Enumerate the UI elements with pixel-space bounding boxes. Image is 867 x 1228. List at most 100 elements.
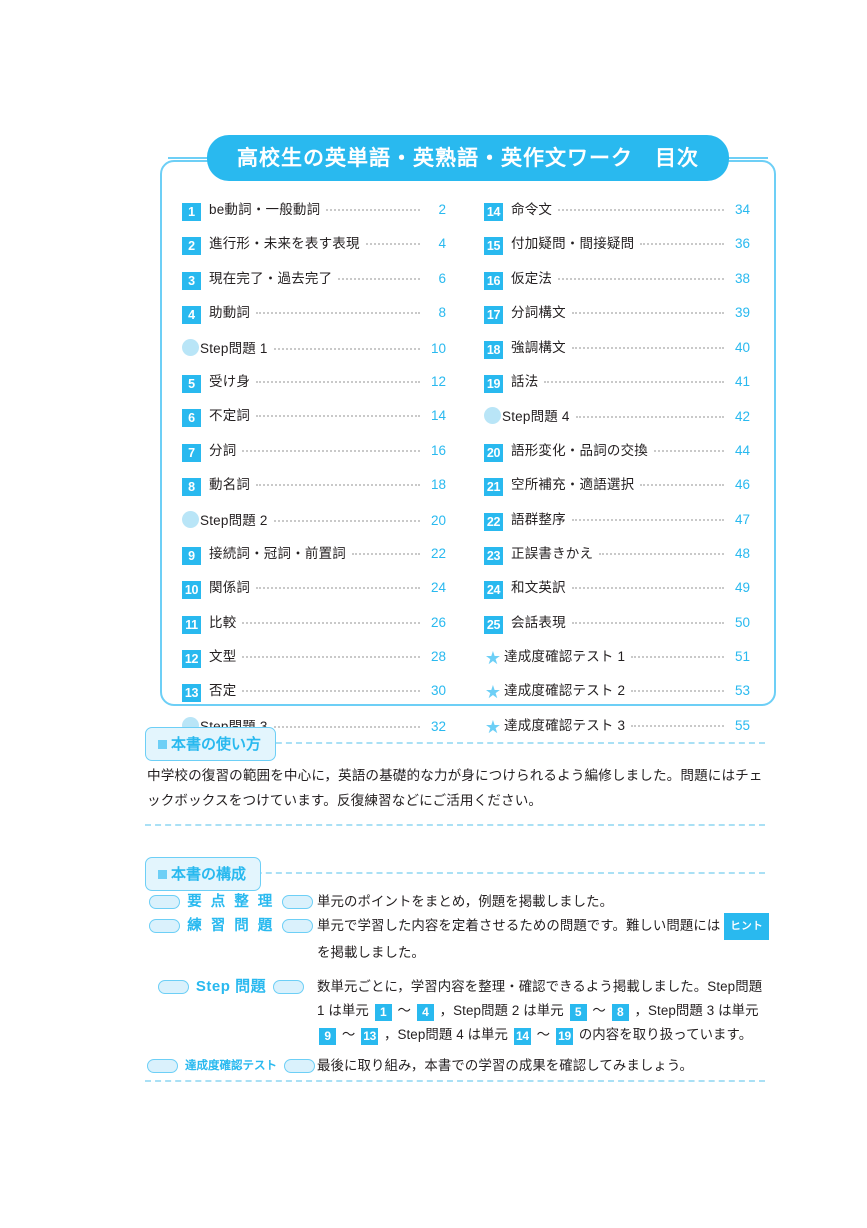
dot-leader	[256, 415, 420, 418]
toc-row[interactable]: 18 強調構文 40	[484, 336, 750, 370]
toc-row[interactable]: 3 現在完了・過去完了 6	[182, 267, 446, 301]
toc-row[interactable]: 24 和文英訳 49	[484, 576, 750, 610]
toc-row[interactable]: 16 仮定法 38	[484, 267, 750, 301]
desc-part: ，Step問題 2 は単元	[435, 1003, 568, 1018]
toc-entry-label: 関係詞	[209, 580, 251, 596]
toc-entry-label: 不定詞	[209, 408, 251, 424]
toc-row[interactable]: 8 動名詞 18	[182, 473, 446, 507]
structure-desc-renshu: 単元で学習した内容を定着させるための問題です。難しい問題には ヒント を掲載しま…	[317, 913, 770, 965]
usage-body-text: 中学校の復習の範囲を中心に，英語の基礎的な力が身につけられるよう編修しました。問…	[147, 768, 763, 808]
dot-leader	[571, 312, 724, 315]
toc-entry-label: 会話表現	[511, 614, 566, 630]
hint-badge: ヒント	[724, 913, 770, 940]
toc-entry-label: 和文英訳	[511, 580, 566, 596]
tag-label: 達成度確認テスト	[185, 1060, 277, 1072]
dot-leader	[558, 209, 724, 211]
toc-entry-label: 現在完了・過去完了	[209, 270, 333, 286]
toc-page-number: 2	[438, 202, 446, 217]
unit-number-badge: 2	[182, 237, 201, 256]
toc-entry-label: 助動詞	[209, 305, 251, 321]
toc-row[interactable]: 6 不定詞 14	[182, 404, 446, 438]
toc-entry-label: 接続詞・冠詞・前置詞	[209, 545, 346, 561]
toc-row[interactable]: 21 空所補充・適語選択 46	[484, 473, 750, 507]
dot-leader	[571, 518, 724, 521]
dot-leader	[273, 347, 420, 350]
inline-unit-number: 19	[556, 1028, 573, 1045]
unit-number-badge: 19	[484, 374, 503, 393]
toc-page-number: 40	[734, 339, 750, 355]
dot-leader	[256, 587, 420, 590]
toc-row[interactable]: Step問題 2 20	[182, 508, 446, 542]
dot-leader	[242, 690, 420, 693]
toc-row[interactable]: Step問題 1 10	[182, 336, 446, 370]
toc-page-number: 46	[734, 477, 750, 493]
toc-row[interactable]: 22 語群整序 47	[484, 508, 750, 542]
page-title: 高校生の英単語・英熟語・英作文ワーク 目次	[207, 135, 729, 181]
dot-leader	[654, 449, 724, 452]
circle-bullet-icon	[484, 407, 501, 425]
usage-heading-label: 本書の使い方	[171, 736, 262, 753]
toc-page-number: 20	[430, 512, 446, 528]
unit-number-badge: 8	[182, 478, 201, 497]
toc-row[interactable]: 1 be動詞・一般動詞 2	[182, 198, 446, 232]
toc-row[interactable]: 19 話法 41	[484, 370, 750, 404]
toc-row[interactable]: 9 接続詞・冠詞・前置詞 22	[182, 542, 446, 576]
toc-row[interactable]: ★ 達成度確認テスト 1 51	[484, 645, 750, 679]
unit-number-badge: 11	[182, 615, 201, 634]
inline-unit-number: 14	[513, 1028, 531, 1045]
toc-entry-label: 付加疑問・間接疑問	[511, 236, 635, 252]
structure-row-youten: 要 点 整 理 単元のポイントをまとめ，例題を掲載しました。	[145, 890, 770, 914]
toc-entry-label: 空所補充・適語選択	[511, 477, 635, 493]
structure-heading-label: 本書の構成	[171, 866, 247, 883]
unit-number-badge: 25	[484, 615, 503, 634]
toc-row[interactable]: 20 語形変化・品詞の交換 44	[484, 439, 750, 473]
toc-row[interactable]: 17 分詞構文 39	[484, 301, 750, 335]
toc-row[interactable]: 13 否定 30	[182, 679, 446, 713]
toc-row[interactable]: 15 付加疑問・間接疑問 36	[484, 232, 750, 266]
toc-row[interactable]: 12 文型 28	[182, 645, 446, 679]
dot-leader	[544, 380, 724, 383]
structure-section-header: 本書の構成	[145, 857, 765, 891]
unit-number-badge: 7	[182, 443, 201, 462]
toc-entry-label: 仮定法	[511, 270, 553, 286]
toc-column-left: 1 be動詞・一般動詞 2 2 進行形・未来を表す表現 4 3 現在完了・過去完了 6 4 助動詞 8…	[162, 198, 468, 748]
toc-page-number: 6	[438, 270, 446, 286]
toc-row[interactable]: 2 進行形・未来を表す表現 4	[182, 232, 446, 266]
toc-entry-label: 語形変化・品詞の交換	[511, 442, 648, 458]
toc-row[interactable]: 14 命令文 34	[484, 198, 750, 232]
dot-leader	[571, 621, 724, 624]
tag-cap-right	[284, 1059, 315, 1073]
toc-row[interactable]: 25 会話表現 50	[484, 611, 750, 645]
inline-unit-number: 5	[569, 1004, 587, 1021]
toc-row[interactable]: 5 受け身 12	[182, 370, 446, 404]
tag-cap-right	[273, 980, 305, 994]
toc-entry-label: Step問題 4	[502, 409, 570, 425]
tag-cap-left	[149, 919, 181, 933]
dot-leader	[326, 209, 420, 211]
toc-entry-label: 命令文	[511, 202, 553, 217]
toc-page-number: 41	[734, 373, 750, 389]
inline-unit-number: 1	[374, 1004, 392, 1021]
toc-entry-label: Step問題 2	[200, 512, 268, 528]
desc-part: の内容を取り扱っています。	[575, 1027, 753, 1042]
tag-cap-right	[281, 895, 313, 909]
toc-row[interactable]: 11 比較 26	[182, 611, 446, 645]
toc-entry-label: 文型	[209, 649, 237, 665]
structure-desc-youten: 単元のポイントをまとめ，例題を掲載しました。	[317, 894, 614, 909]
unit-number-badge: 20	[484, 443, 503, 462]
toc-page-number: 49	[734, 580, 750, 596]
toc-row[interactable]: 23 正誤書きかえ 48	[484, 542, 750, 576]
unit-number-badge: 10	[182, 581, 201, 600]
usage-bottom-rule	[145, 824, 765, 826]
desc-part: ，Step問題 3 は単元	[630, 1003, 759, 1018]
toc-row[interactable]: 4 助動詞 8	[182, 301, 446, 335]
toc-row[interactable]: ★ 達成度確認テスト 2 53	[484, 679, 750, 713]
toc-row[interactable]: Step問題 4 42	[484, 404, 750, 438]
unit-number-badge: 1	[182, 203, 201, 221]
dot-leader	[571, 346, 724, 349]
toc-row[interactable]: 10 関係詞 24	[182, 576, 446, 610]
unit-number-badge: 13	[182, 684, 201, 703]
toc-row[interactable]: 7 分詞 16	[182, 439, 446, 473]
unit-number-badge: 23	[484, 546, 503, 565]
unit-number-badge: 6	[182, 409, 201, 428]
